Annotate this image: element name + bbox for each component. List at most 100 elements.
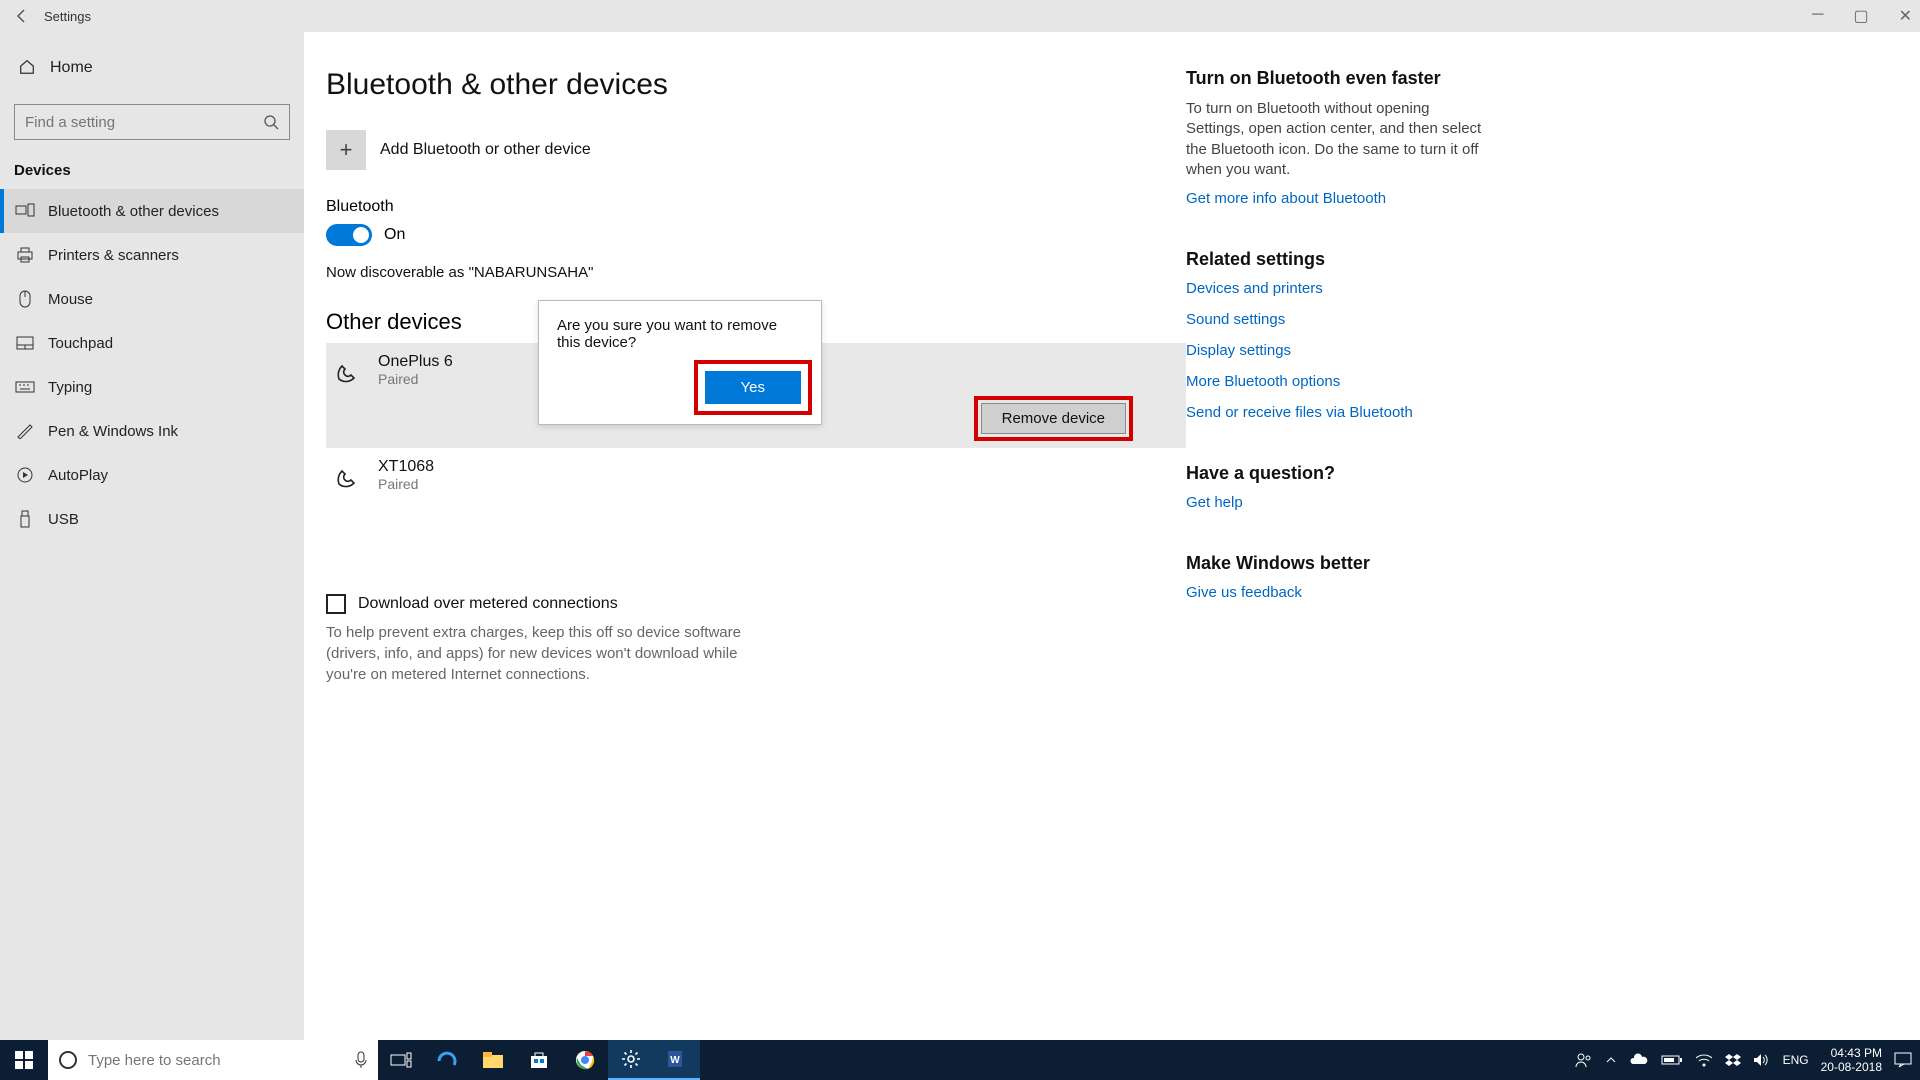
tip-body: To turn on Bluetooth without opening Set… <box>1186 99 1486 180</box>
related-link[interactable]: Sound settings <box>1186 311 1486 328</box>
sidebar-group-title: Devices <box>0 156 304 189</box>
tip-heading: Turn on Bluetooth even faster <box>1186 68 1486 89</box>
sidebar-item-bluetooth[interactable]: Bluetooth & other devices <box>0 189 304 233</box>
question-heading: Have a question? <box>1186 463 1486 484</box>
window-title: Settings <box>44 9 91 24</box>
sidebar-item-typing[interactable]: Typing <box>0 365 304 409</box>
metered-label: Download over metered connections <box>358 595 618 613</box>
sidebar-item-label: USB <box>48 511 79 528</box>
checkbox-icon[interactable] <box>326 594 346 614</box>
plus-icon: + <box>326 130 366 170</box>
highlight-box: Yes <box>703 369 803 406</box>
settings-app-icon[interactable] <box>608 1040 654 1080</box>
sidebar-item-touchpad[interactable]: Touchpad <box>0 321 304 365</box>
onedrive-icon[interactable] <box>1629 1053 1649 1067</box>
remove-device-button[interactable]: Remove device <box>981 403 1126 434</box>
content: Bluetooth & other devices + Add Bluetoot… <box>326 68 1186 1072</box>
dialog-message: Are you sure you want to remove this dev… <box>557 317 803 351</box>
sidebar-item-autoplay[interactable]: AutoPlay <box>0 453 304 497</box>
word-icon[interactable]: W <box>654 1040 700 1080</box>
sidebar-item-mouse[interactable]: Mouse <box>0 277 304 321</box>
sidebar-item-label: Pen & Windows Ink <box>48 423 178 440</box>
confirm-dialog: Are you sure you want to remove this dev… <box>538 300 822 425</box>
clock[interactable]: 04:43 PM 20-08-2018 <box>1821 1046 1882 1075</box>
device-status: Paired <box>378 371 453 387</box>
clock-date: 20-08-2018 <box>1821 1060 1882 1074</box>
sidebar: Home Devices Bluetooth & other devices P… <box>0 32 304 1072</box>
wifi-icon[interactable] <box>1695 1053 1713 1067</box>
minimize-button[interactable]: ─ <box>1812 6 1823 26</box>
system-tray: ENG 04:43 PM 20-08-2018 <box>1575 1046 1920 1075</box>
search-icon <box>263 114 279 130</box>
back-button[interactable] <box>8 2 36 30</box>
add-device-label: Add Bluetooth or other device <box>380 141 591 159</box>
device-name: OnePlus 6 <box>378 353 453 371</box>
sidebar-item-label: Touchpad <box>48 335 113 352</box>
edge-icon[interactable] <box>424 1040 470 1080</box>
home-icon <box>18 58 38 78</box>
taskbar-search-input[interactable] <box>88 1052 344 1069</box>
printer-icon <box>14 245 36 265</box>
feedback-link[interactable]: Give us feedback <box>1186 584 1486 601</box>
keyboard-icon <box>14 377 36 397</box>
add-device-row[interactable]: + Add Bluetooth or other device <box>326 130 1186 170</box>
device-status: Paired <box>378 476 434 492</box>
bluetooth-toggle[interactable] <box>326 224 372 246</box>
taskbar-search[interactable] <box>48 1040 378 1080</box>
people-icon[interactable] <box>1575 1052 1593 1068</box>
sidebar-item-usb[interactable]: USB <box>0 497 304 541</box>
store-icon[interactable] <box>516 1040 562 1080</box>
volume-icon[interactable] <box>1753 1053 1771 1067</box>
language-indicator[interactable]: ENG <box>1783 1053 1809 1067</box>
touchpad-icon <box>14 333 36 353</box>
file-explorer-icon[interactable] <box>470 1040 516 1080</box>
maximize-button[interactable]: ▢ <box>1853 6 1868 26</box>
sidebar-item-label: Printers & scanners <box>48 247 179 264</box>
bluetooth-section-label: Bluetooth <box>326 198 1186 216</box>
pen-icon <box>14 421 36 441</box>
usb-icon <box>14 509 36 529</box>
feedback-heading: Make Windows better <box>1186 553 1486 574</box>
sidebar-item-label: AutoPlay <box>48 467 108 484</box>
home-nav[interactable]: Home <box>0 48 304 88</box>
related-link[interactable]: More Bluetooth options <box>1186 373 1486 390</box>
sidebar-item-pen[interactable]: Pen & Windows Ink <box>0 409 304 453</box>
sidebar-item-label: Typing <box>48 379 92 396</box>
clock-time: 04:43 PM <box>1821 1046 1882 1060</box>
action-center-icon[interactable] <box>1894 1052 1912 1068</box>
home-label: Home <box>50 59 93 77</box>
microphone-icon[interactable] <box>354 1051 368 1069</box>
mouse-icon <box>14 289 36 309</box>
taskbar: W ENG 04:43 PM 20-08-2018 <box>0 1040 1920 1080</box>
dialog-yes-button[interactable]: Yes <box>705 371 801 404</box>
close-button[interactable]: ✕ <box>1899 6 1912 26</box>
autoplay-icon <box>14 465 36 485</box>
device-name: XT1068 <box>378 458 434 476</box>
sidebar-item-label: Bluetooth & other devices <box>48 203 219 220</box>
start-button[interactable] <box>0 1040 48 1080</box>
page-title: Bluetooth & other devices <box>326 68 1186 102</box>
phone-icon <box>330 355 364 389</box>
discoverable-text: Now discoverable as "NABARUNSAHA" <box>326 264 1186 281</box>
sidebar-item-label: Mouse <box>48 291 93 308</box>
cortana-icon <box>58 1050 78 1070</box>
sidebar-item-printers[interactable]: Printers & scanners <box>0 233 304 277</box>
chrome-icon[interactable] <box>562 1040 608 1080</box>
tip-link[interactable]: Get more info about Bluetooth <box>1186 190 1486 207</box>
related-link[interactable]: Display settings <box>1186 342 1486 359</box>
related-link[interactable]: Send or receive files via Bluetooth <box>1186 404 1486 421</box>
phone-icon <box>330 460 364 494</box>
metered-checkbox-row[interactable]: Download over metered connections <box>326 594 1186 614</box>
related-link[interactable]: Devices and printers <box>1186 280 1486 297</box>
task-view-icon[interactable] <box>378 1040 424 1080</box>
search-input[interactable] <box>25 114 263 131</box>
battery-icon[interactable] <box>1661 1054 1683 1066</box>
tray-chevron-icon[interactable] <box>1605 1054 1617 1066</box>
right-pane: Turn on Bluetooth even faster To turn on… <box>1186 68 1516 1072</box>
dropbox-icon[interactable] <box>1725 1053 1741 1067</box>
get-help-link[interactable]: Get help <box>1186 494 1486 511</box>
metered-help-text: To help prevent extra charges, keep this… <box>326 622 746 685</box>
bluetooth-state: On <box>384 226 405 244</box>
device-item[interactable]: XT1068 Paired <box>326 448 1186 504</box>
sidebar-search[interactable] <box>14 104 290 140</box>
